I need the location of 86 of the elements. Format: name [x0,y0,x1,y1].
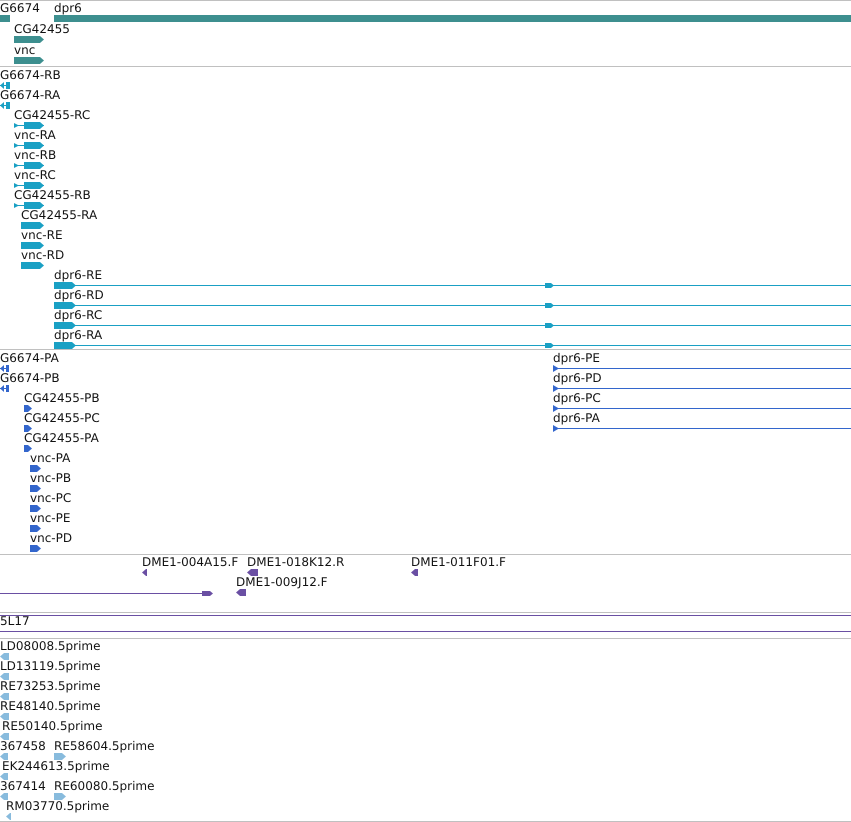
feature-label: vnc-PB [30,472,72,485]
feature-label: RE58604.5prime [54,740,154,753]
protein-glyph [30,485,41,492]
protein-glyph [0,365,9,372]
gene-glyph [14,36,44,43]
feature-label: CG42455-PB [24,392,100,405]
feature-label: dpr6-RD [54,289,104,302]
feature-label: dpr6-RE [54,269,102,282]
feature-label: dpr6 [54,2,82,15]
feature-label: vnc-RE [21,229,63,242]
transcript-glyph [14,202,44,209]
est-glyph [54,793,66,800]
transcript-glyph [0,82,10,89]
feature-label: CG42455-RC [14,109,90,122]
transcript-glyph [14,142,44,149]
transcript-glyph [14,182,44,189]
clone-glyph [236,589,246,596]
transcript-glyph [14,122,44,129]
feature-label: CG42455-PA [24,432,99,445]
protein-glyph [30,525,41,532]
clone-glyph [411,569,418,576]
protein-glyph [24,405,32,412]
feature-label: CG42455-RB [14,189,91,202]
protein-glyph [30,545,41,552]
est-glyph [54,753,66,760]
protein-glyph [0,385,9,392]
feature-label: G6674-RB [0,69,61,82]
protein-glyph [24,425,32,432]
feature-label: vnc-RA [14,129,56,142]
feature-label: vnc-RD [21,249,64,262]
feature-label: vnc-PD [30,532,72,545]
est-glyph [0,733,9,740]
est-glyph [0,793,8,800]
feature-label: G6674-PA [0,352,59,365]
protein-glyph [30,465,41,472]
feature-label: G6674-RA [0,89,60,102]
transcript-glyph [21,242,44,249]
feature-label: 367414 [0,780,46,793]
protein-glyph [30,505,41,512]
feature-label: DME1-004A15.F [142,556,238,569]
feature-label: RM03770.5prime [6,800,110,813]
feature-label: DME1-009J12.F [236,576,328,589]
feature-label: RE48140.5prime [0,700,100,713]
transcript-glyph [21,262,44,269]
transcript-glyph [21,222,44,229]
feature-label: DME1-011F01.F [411,556,506,569]
feature-label: RE60080.5prime [54,780,154,793]
feature-label: LD08008.5prime [0,640,101,653]
feature-label: vnc-PA [30,452,70,465]
est-glyph [0,693,9,700]
feature-label: dpr6-PD [553,372,602,385]
clone-glyph [142,569,147,576]
feature-label: dpr6-RA [54,329,102,342]
gene-glyph [0,15,10,22]
protein-glyph [24,445,32,452]
feature-label: dpr6-PC [553,392,601,405]
feature-label: vnc-RB [14,149,56,162]
feature-label: EK244613.5prime [2,760,110,773]
feature-label: vnc-PE [30,512,70,525]
feature-label: RE73253.5prime [0,680,100,693]
feature-label: dpr6-PA [553,412,600,425]
feature-label: DME1-018K12.R [247,556,344,569]
est-glyph [0,773,8,780]
feature-label: LD13119.5prime [0,660,101,673]
feature-label: G6674-PB [0,372,60,385]
feature-label: G6674 [0,2,40,15]
feature-label: CG42455-RA [21,209,98,222]
gene-glyph [14,57,44,64]
feature-label: vnc-RC [14,169,56,182]
transcript-glyph [0,102,10,109]
est-glyph [0,713,9,720]
feature-label: vnc-PC [30,492,72,505]
est-glyph [6,813,11,820]
clone-glyph [247,569,258,576]
est-glyph [0,673,9,680]
feature-label: CG42455 [14,23,70,36]
feature-label: dpr6-PE [553,352,600,365]
est-glyph [0,753,8,760]
feature-label: dpr6-RC [54,309,102,322]
transcript-glyph [14,162,44,169]
est-glyph [0,653,9,660]
feature-label: 367458 [0,740,46,753]
feature-label: vnc [14,44,36,57]
feature-label: 5L17 [0,615,30,628]
feature-label: RE50140.5prime [2,720,102,733]
feature-label: CG42455-PC [24,412,100,425]
